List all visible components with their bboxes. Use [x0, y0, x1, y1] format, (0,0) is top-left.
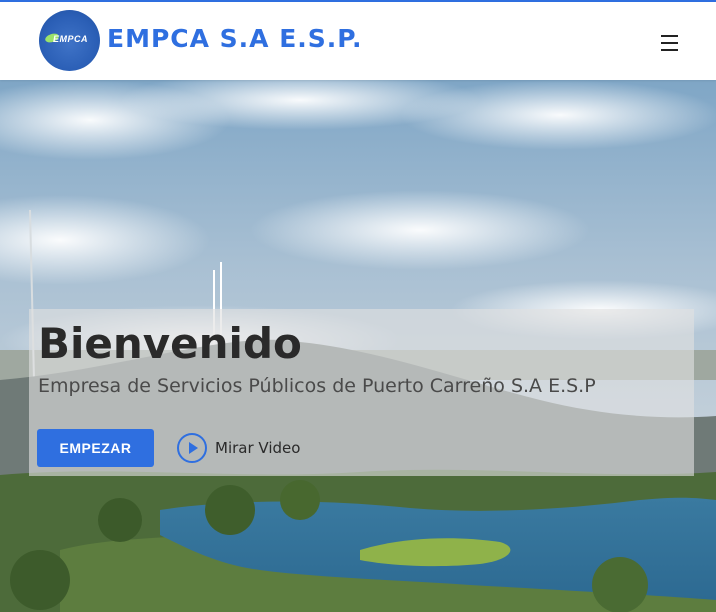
watch-video-label[interactable]: Mirar Video: [215, 439, 300, 457]
welcome-panel: Bienvenido Empresa de Servicios Públicos…: [29, 309, 694, 476]
menu-bar: [661, 49, 678, 51]
hamburger-menu-icon[interactable]: [656, 32, 684, 54]
brand-name[interactable]: EMPCA S.A E.S.P.: [107, 24, 363, 53]
hero-subtitle: Empresa de Servicios Públicos de Puerto …: [38, 375, 596, 397]
menu-bar: [661, 42, 678, 44]
logo-text: EMPCA: [53, 34, 89, 44]
play-circle-icon[interactable]: [177, 433, 207, 463]
hero-title: Bienvenido: [38, 319, 302, 368]
menu-bar: [661, 35, 678, 37]
hero-section: Bienvenido Empresa de Servicios Públicos…: [0, 80, 716, 612]
site-header: EMPCA EMPCA S.A E.S.P.: [0, 2, 716, 80]
watch-video-link[interactable]: Mirar Video: [177, 432, 300, 464]
company-logo[interactable]: EMPCA: [39, 10, 100, 71]
start-button[interactable]: EMPEZAR: [37, 429, 154, 467]
